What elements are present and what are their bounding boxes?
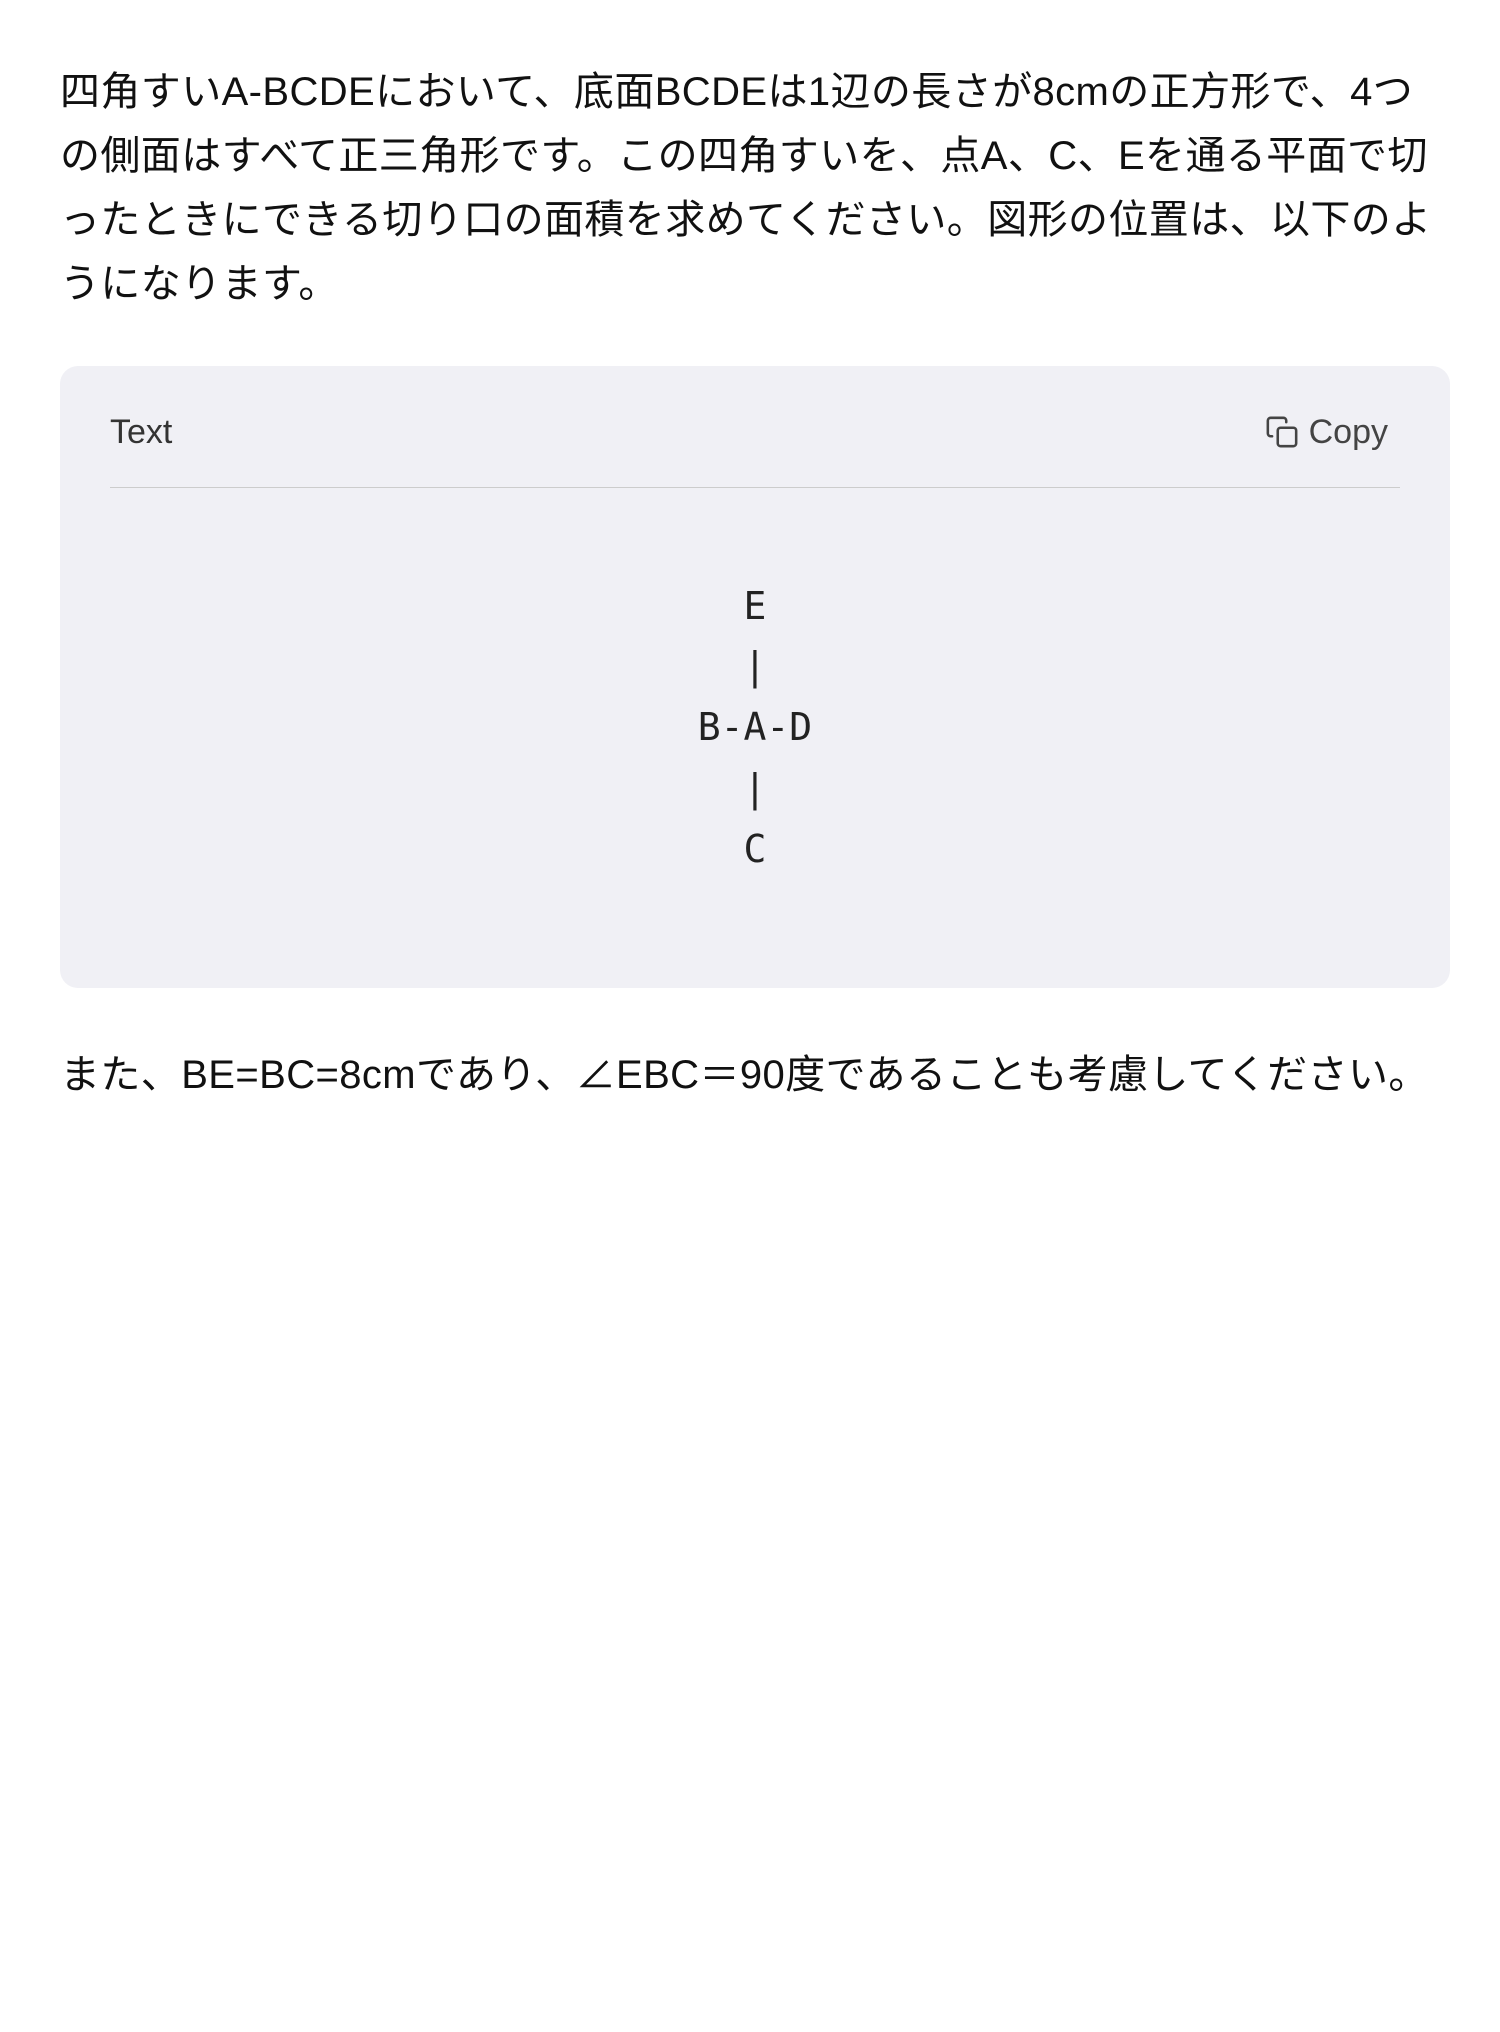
diagram-top-bar: |	[698, 636, 812, 697]
copy-icon	[1265, 415, 1299, 449]
diagram-top-label: E	[698, 576, 812, 637]
diagram-bottom-bar: |	[698, 758, 812, 819]
diagram-area: E | B-A-D | C	[110, 528, 1400, 928]
code-block-header: Text Copy	[110, 406, 1400, 459]
diagram-middle-label: B-A-D	[698, 697, 812, 758]
code-block: Text Copy E | B-A-D | C	[60, 366, 1450, 988]
bottom-text: また、BE=BC=8cmであり、∠EBC＝90度であることも考慮してください。	[60, 1043, 1450, 1107]
copy-button[interactable]: Copy	[1253, 407, 1400, 458]
code-block-label: Text	[110, 406, 172, 459]
copy-button-label: Copy	[1309, 413, 1388, 452]
diagram-bottom-label: C	[698, 819, 812, 880]
main-text: 四角すいA-BCDEにおいて、底面BCDEは1辺の長さが8cmの正方形で、4つの…	[60, 60, 1450, 316]
divider	[110, 487, 1400, 488]
diagram-content: E | B-A-D | C	[698, 576, 812, 880]
